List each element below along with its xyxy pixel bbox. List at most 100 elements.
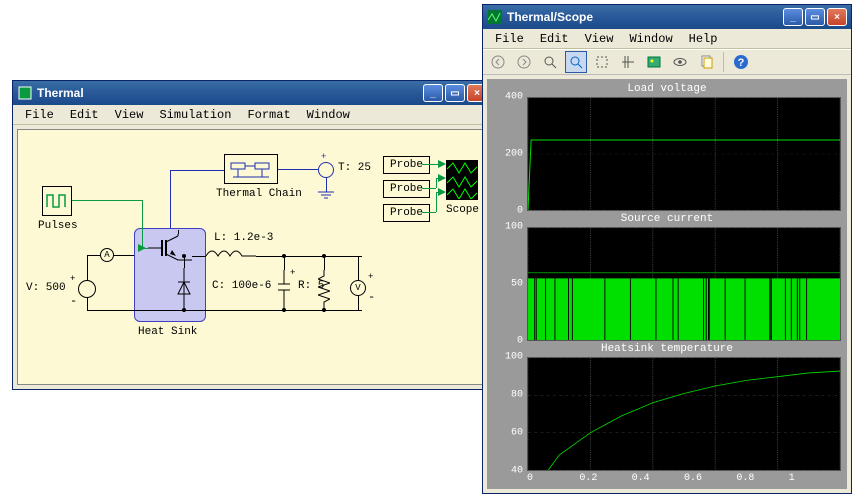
wire bbox=[284, 256, 285, 270]
minus-icon: - bbox=[70, 294, 77, 308]
wire bbox=[278, 169, 318, 170]
toolbar-separator bbox=[723, 52, 724, 72]
minimize-button[interactable]: _ bbox=[423, 84, 443, 102]
plot-source-current: Source current 050100 bbox=[493, 213, 841, 341]
diode-icon[interactable] bbox=[174, 268, 194, 308]
menu-view[interactable]: View bbox=[107, 108, 152, 122]
plus-icon: + bbox=[290, 268, 295, 278]
inductor-icon[interactable] bbox=[206, 246, 256, 260]
arrow-icon bbox=[136, 242, 148, 254]
plot-title: Heatsink temperature bbox=[493, 343, 841, 357]
ground-icon bbox=[318, 190, 334, 200]
eye-icon[interactable] bbox=[669, 51, 691, 73]
scope-window: Thermal/Scope _ ▭ × File Edit View Windo… bbox=[482, 4, 852, 494]
schematic-canvas[interactable]: Pulses Thermal Chain T: 25 + Heat Sink bbox=[17, 129, 487, 385]
scope-toolbar: ? bbox=[483, 49, 851, 75]
wire bbox=[436, 178, 437, 188]
scope-block[interactable] bbox=[446, 160, 478, 200]
resistor-label: R: 5 bbox=[298, 280, 324, 292]
cursor-icon[interactable] bbox=[617, 51, 639, 73]
temperature-source-label: T: 25 bbox=[338, 162, 371, 174]
menu-format[interactable]: Format bbox=[239, 108, 298, 122]
scope-title: Thermal/Scope bbox=[507, 10, 783, 24]
thermal-chain-block[interactable] bbox=[224, 154, 278, 184]
node-icon bbox=[322, 308, 326, 312]
y-axis: 050100 bbox=[493, 227, 527, 341]
scope-menubar: File Edit View Window Help bbox=[483, 29, 851, 49]
node-icon bbox=[282, 308, 286, 312]
plot-title: Source current bbox=[493, 213, 841, 227]
heat-sink-label: Heat Sink bbox=[138, 326, 197, 338]
zoom-in-icon[interactable] bbox=[539, 51, 561, 73]
probe2-block[interactable]: Probe bbox=[383, 180, 430, 198]
node-icon bbox=[282, 254, 286, 258]
close-button[interactable]: × bbox=[827, 8, 847, 26]
wire bbox=[87, 310, 362, 311]
menu-view[interactable]: View bbox=[577, 32, 622, 46]
plot-load-voltage: Load voltage 0200400 bbox=[493, 83, 841, 211]
menu-file[interactable]: File bbox=[487, 32, 532, 46]
thermal-menubar: File Edit View Simulation Format Window bbox=[13, 105, 491, 125]
scope-titlebar[interactable]: Thermal/Scope _ ▭ × bbox=[483, 5, 851, 29]
wire bbox=[170, 170, 224, 171]
menu-simulation[interactable]: Simulation bbox=[151, 108, 239, 122]
y-axis: 0200400 bbox=[493, 97, 527, 211]
plot-canvas[interactable] bbox=[527, 227, 841, 341]
thermal-window: Thermal _ ▭ × File Edit View Simulation … bbox=[12, 80, 492, 390]
menu-window[interactable]: Window bbox=[299, 108, 358, 122]
wire bbox=[358, 296, 359, 310]
wire bbox=[436, 192, 437, 212]
ammeter-block[interactable]: A bbox=[100, 248, 114, 262]
arrow-icon bbox=[438, 160, 448, 170]
plot-canvas[interactable] bbox=[527, 97, 841, 211]
wire bbox=[178, 230, 179, 234]
node-icon bbox=[182, 308, 186, 312]
copy-icon[interactable] bbox=[695, 51, 717, 73]
menu-help[interactable]: Help bbox=[681, 32, 726, 46]
image-icon[interactable] bbox=[643, 51, 665, 73]
wire bbox=[87, 298, 88, 310]
app-icon bbox=[17, 85, 33, 101]
voltmeter-block[interactable]: V bbox=[350, 280, 366, 296]
igbt-icon[interactable] bbox=[148, 234, 192, 262]
thermal-titlebar[interactable]: Thermal _ ▭ × bbox=[13, 81, 491, 105]
wire bbox=[170, 170, 171, 228]
help-icon[interactable]: ? bbox=[730, 51, 752, 73]
probe1-block[interactable]: Probe bbox=[383, 156, 430, 174]
menu-edit[interactable]: Edit bbox=[532, 32, 577, 46]
back-icon[interactable] bbox=[487, 51, 509, 73]
maximize-button[interactable]: ▭ bbox=[805, 8, 825, 26]
plot-canvas[interactable] bbox=[527, 357, 841, 471]
svg-text:?: ? bbox=[738, 57, 745, 69]
zoom-fit-icon[interactable] bbox=[591, 51, 613, 73]
plot-title: Load voltage bbox=[493, 83, 841, 97]
menu-window[interactable]: Window bbox=[621, 32, 680, 46]
arrow-icon bbox=[438, 188, 448, 198]
capacitor-label: C: 100e-6 bbox=[212, 280, 271, 292]
voltage-source-block[interactable] bbox=[78, 280, 96, 298]
wire bbox=[184, 256, 185, 268]
pulses-block[interactable] bbox=[42, 186, 72, 216]
wire bbox=[422, 212, 436, 213]
wire bbox=[114, 255, 134, 256]
maximize-button[interactable]: ▭ bbox=[445, 84, 465, 102]
wire bbox=[422, 188, 436, 189]
plot-heatsink-temp: Heatsink temperature 406080100 bbox=[493, 343, 841, 471]
menu-file[interactable]: File bbox=[17, 108, 62, 122]
wire bbox=[87, 255, 100, 256]
forward-icon[interactable] bbox=[513, 51, 535, 73]
node-icon bbox=[322, 254, 326, 258]
plus-icon: + bbox=[368, 272, 373, 282]
minimize-button[interactable]: _ bbox=[783, 8, 803, 26]
scope-label: Scope bbox=[446, 204, 479, 216]
menu-edit[interactable]: Edit bbox=[62, 108, 107, 122]
thermal-title: Thermal bbox=[37, 86, 423, 100]
plus-icon: + bbox=[321, 152, 326, 162]
scope-plot-area: Load voltage 0200400 Source current 0501… bbox=[487, 79, 847, 489]
pulses-label: Pulses bbox=[38, 220, 78, 232]
probe3-block[interactable]: Probe bbox=[383, 204, 430, 222]
zoom-area-icon[interactable] bbox=[565, 51, 587, 73]
voltage-source-label: V: 500 bbox=[26, 282, 66, 294]
minus-icon: - bbox=[368, 290, 375, 304]
temperature-source-block[interactable] bbox=[318, 162, 334, 178]
